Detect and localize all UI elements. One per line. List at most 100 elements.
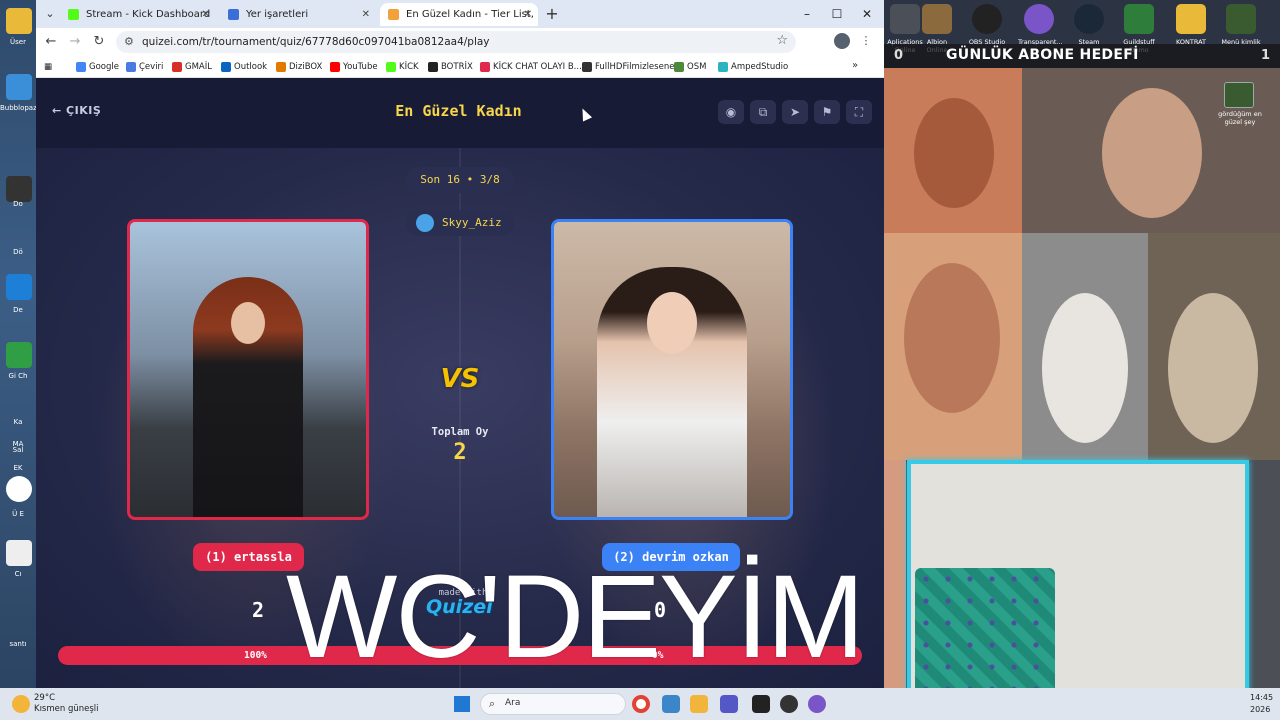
obs-icon[interactable] bbox=[972, 4, 1002, 34]
bookmark-ceviri[interactable]: Çeviri bbox=[126, 60, 163, 74]
sub-goal-current: 0 bbox=[894, 48, 904, 63]
bookmark-label: KİCK bbox=[399, 62, 419, 72]
windows-start-icon[interactable] bbox=[454, 696, 470, 712]
chat-app-icon[interactable] bbox=[808, 695, 826, 713]
app-icon[interactable] bbox=[1226, 4, 1256, 34]
recording-label: gördüğüm en güzel şey bbox=[1218, 110, 1262, 126]
folder-icon[interactable] bbox=[6, 8, 32, 34]
bookmark-youtube[interactable]: YouTube bbox=[330, 60, 378, 74]
close-window-button[interactable]: ✕ bbox=[856, 4, 878, 24]
url-text: quizei.com/tr/tournament/quiz/67778d60c0… bbox=[142, 36, 490, 48]
site-info-icon[interactable]: ⚙ bbox=[124, 35, 134, 48]
desktop-icon-label: Üser bbox=[10, 38, 26, 46]
bookmarks-bar: ▦ Google Çeviri GMAİL Outlook DiziBOX Yo… bbox=[36, 56, 884, 78]
bookmark-label: AmpedStudio bbox=[731, 62, 789, 72]
media-icon[interactable] bbox=[690, 695, 708, 713]
new-tab-button[interactable]: + bbox=[542, 4, 562, 24]
bookmark-gmail[interactable]: GMAİL bbox=[172, 60, 212, 74]
folder-icon[interactable] bbox=[1176, 4, 1206, 34]
app-icon[interactable] bbox=[6, 274, 32, 300]
app-icon[interactable] bbox=[6, 540, 32, 566]
desktop-icon-label: Ka bbox=[13, 418, 23, 426]
kick-favicon-icon bbox=[68, 9, 79, 20]
tab-label: En Güzel Kadın - Tier List, Kör S bbox=[406, 9, 538, 20]
send-icon[interactable]: ➤ bbox=[782, 100, 808, 124]
candidate-card-left[interactable] bbox=[127, 219, 369, 520]
eye-icon[interactable]: ◉ bbox=[718, 100, 744, 124]
address-bar[interactable]: ⚙ quizei.com/tr/tournament/quiz/67778d60… bbox=[116, 31, 796, 53]
desktop-icon-label: Gi Ch bbox=[8, 372, 28, 380]
user-name: Skyy_Aziz bbox=[442, 216, 502, 229]
total-votes-label: Toplam Oy bbox=[431, 426, 489, 438]
tab-bookmarks[interactable]: Yer işaretleri ✕ bbox=[220, 3, 376, 26]
bookmark-botrix[interactable]: BOTRİX bbox=[428, 60, 473, 74]
google-icon bbox=[76, 62, 86, 72]
vote-percent-left: 100% bbox=[244, 650, 267, 661]
app-icon[interactable] bbox=[6, 74, 32, 100]
bookmark-outlook[interactable]: Outlook bbox=[221, 60, 267, 74]
photo-tile bbox=[1244, 460, 1280, 688]
app-icon[interactable] bbox=[6, 176, 32, 202]
bookmark-label: FullHDFilmizlesene bbox=[595, 62, 675, 72]
app-icon[interactable] bbox=[890, 4, 920, 34]
total-votes-value: 2 bbox=[453, 440, 467, 465]
exit-button[interactable]: ← ÇIKIŞ bbox=[52, 104, 101, 117]
bookmark-osm[interactable]: OSM bbox=[674, 60, 706, 74]
weather-temperature: 29°C bbox=[34, 693, 56, 703]
close-icon[interactable]: ✕ bbox=[362, 3, 370, 26]
translate-icon bbox=[126, 62, 136, 72]
photos-icon[interactable] bbox=[662, 695, 680, 713]
quizei-favicon-icon bbox=[388, 9, 399, 20]
chrome-icon[interactable] bbox=[632, 695, 650, 713]
candidate-face bbox=[231, 302, 265, 344]
sub-goal-title: GÜNLÜK ABONE HEDEFİ bbox=[946, 47, 1139, 63]
desktop-icon-label: Do bbox=[13, 200, 23, 208]
bookmark-fullhd[interactable]: FullHDFilmizlesene bbox=[582, 60, 674, 74]
chat-icon[interactable] bbox=[1024, 4, 1054, 34]
minimize-button[interactable]: – bbox=[796, 4, 818, 24]
epic-games-icon[interactable] bbox=[752, 695, 770, 713]
bookmark-star-icon[interactable]: ☆ bbox=[776, 33, 788, 48]
candidate-card-right[interactable] bbox=[551, 219, 793, 520]
teams-icon[interactable] bbox=[720, 695, 738, 713]
bookmark-label: OSM bbox=[687, 62, 707, 72]
steam-icon[interactable] bbox=[1074, 4, 1104, 34]
weather-sun-icon[interactable] bbox=[12, 695, 30, 713]
bookmark-label: BOTRİX bbox=[441, 62, 473, 72]
obs-icon[interactable] bbox=[780, 695, 798, 713]
back-button[interactable]: ← bbox=[42, 33, 60, 51]
guild-icon[interactable] bbox=[1124, 4, 1154, 34]
share-icon[interactable]: ⧉ bbox=[750, 100, 776, 124]
bookmark-kick-chat[interactable]: KİCK CHAT OLAYI B... bbox=[480, 60, 582, 74]
apps-grid-icon[interactable]: ▦ bbox=[44, 60, 52, 74]
bookmark-dizibox[interactable]: DiziBOX bbox=[276, 60, 322, 74]
more-bookmarks-icon[interactable]: » bbox=[852, 60, 858, 71]
tab-search-icon[interactable]: ⌄ bbox=[42, 6, 58, 22]
albion-icon[interactable] bbox=[922, 4, 952, 34]
profile-avatar[interactable] bbox=[834, 33, 850, 49]
close-icon[interactable]: ✕ bbox=[202, 3, 210, 26]
desktop-icon-label: santı bbox=[9, 640, 27, 648]
bookmark-google[interactable]: Google bbox=[76, 60, 119, 74]
face-shape bbox=[904, 263, 1000, 413]
maximize-button[interactable]: ☐ bbox=[826, 4, 848, 24]
taskbar-search[interactable]: ⌕ Ara bbox=[480, 693, 626, 715]
tab-quiz[interactable]: En Güzel Kadın - Tier List, Kör S ✕ bbox=[380, 3, 538, 26]
app-icon[interactable] bbox=[6, 342, 32, 368]
fullscreen-icon[interactable]: ⛶ bbox=[846, 100, 872, 124]
tab-kick-dashboard[interactable]: Stream - Kick Dashboard ✕ bbox=[60, 3, 216, 26]
face-shape bbox=[1168, 293, 1258, 443]
kick-icon bbox=[386, 62, 396, 72]
reload-button[interactable]: ↻ bbox=[90, 33, 108, 51]
dizibox-icon bbox=[276, 62, 286, 72]
recording-icon[interactable] bbox=[1224, 82, 1254, 108]
flag-icon[interactable]: ⚑ bbox=[814, 100, 840, 124]
bookmark-kick[interactable]: KİCK bbox=[386, 60, 419, 74]
menu-kebab-icon[interactable]: ⋮ bbox=[858, 33, 874, 49]
tab-label: Yer işaretleri bbox=[246, 9, 309, 20]
bookmark-label: Google bbox=[89, 62, 119, 72]
desktop-icon-label: Bubblopaz bbox=[0, 104, 37, 112]
bookmark-amped[interactable]: AmpedStudio bbox=[718, 60, 788, 74]
forward-button[interactable]: → bbox=[66, 33, 84, 51]
close-icon[interactable]: ✕ bbox=[524, 3, 532, 26]
